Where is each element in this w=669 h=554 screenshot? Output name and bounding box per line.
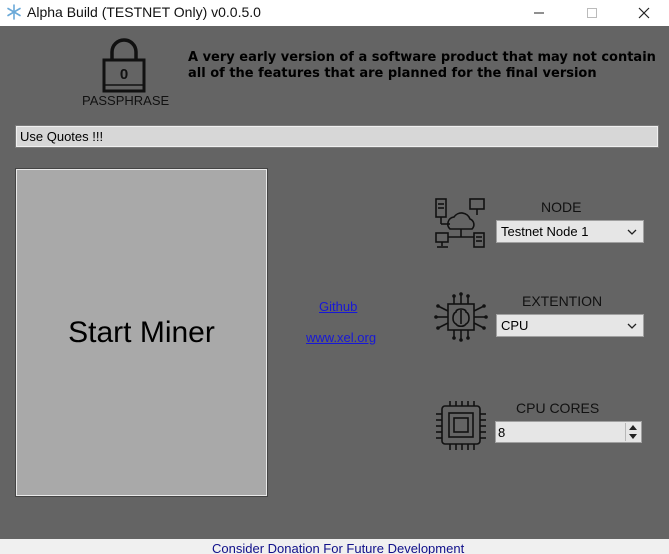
- stepper-down-button[interactable]: [626, 432, 640, 441]
- website-link[interactable]: www.xel.org: [306, 330, 376, 345]
- stepper-up-button[interactable]: [626, 423, 640, 432]
- node-label: NODE: [541, 199, 582, 215]
- close-button[interactable]: [621, 0, 667, 26]
- cpu-cores-value: 8: [498, 425, 506, 440]
- cpu-cores-label: CPU CORES: [516, 400, 600, 416]
- maximize-button[interactable]: [569, 0, 615, 26]
- node-select[interactable]: Testnet Node 1: [496, 220, 644, 243]
- passphrase-input[interactable]: [15, 125, 659, 148]
- title-bar: Alpha Build (TESTNET Only) v0.0.5.0: [0, 0, 669, 26]
- chevron-up-icon: [629, 425, 637, 430]
- brain-chip-icon: [434, 292, 488, 342]
- close-icon: [638, 7, 650, 19]
- node-selected-value: Testnet Node 1: [501, 224, 589, 239]
- lock-digit: 0: [119, 66, 129, 83]
- start-miner-button[interactable]: Start Miner: [15, 168, 268, 497]
- extension-select[interactable]: CPU: [496, 314, 644, 337]
- minimize-button[interactable]: [516, 0, 562, 26]
- maximize-icon: [587, 8, 597, 18]
- chevron-down-icon: [629, 434, 637, 439]
- github-link[interactable]: Github: [319, 299, 357, 314]
- description-text: A very early version of a software produ…: [188, 50, 656, 81]
- minimize-icon: [534, 12, 544, 14]
- cpu-cores-stepper[interactable]: 8: [495, 421, 642, 443]
- cpu-chip-icon: [436, 401, 486, 450]
- snowflake-app-icon: [7, 4, 21, 20]
- chevron-down-icon: [627, 323, 637, 329]
- lock-icon-wrapper: 0: [98, 38, 150, 94]
- extension-label: EXTENTION: [522, 293, 603, 309]
- passphrase-label: PASSPHRASE: [82, 93, 170, 108]
- extension-selected-value: CPU: [501, 318, 529, 333]
- stepper-arrows: [625, 423, 640, 441]
- window-title: Alpha Build (TESTNET Only) v0.0.5.0: [27, 4, 261, 20]
- chevron-down-icon: [627, 229, 637, 235]
- network-icon: [435, 198, 485, 248]
- donation-link[interactable]: Consider Donation For Future Development: [212, 541, 464, 554]
